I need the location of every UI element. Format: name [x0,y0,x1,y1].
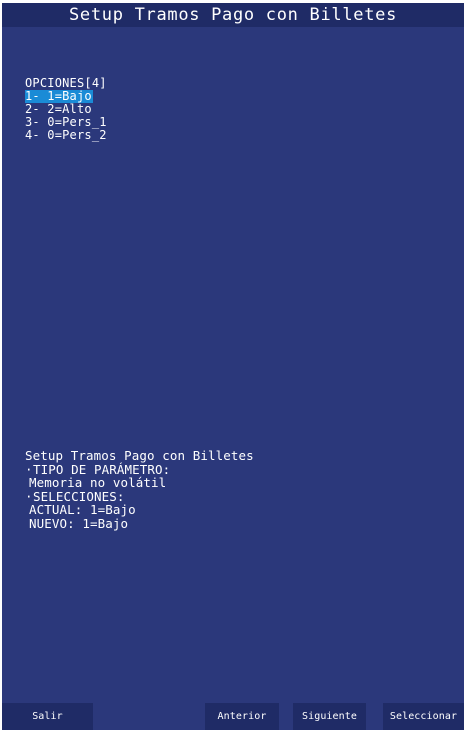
salir-button[interactable]: Salir [2,703,93,730]
siguiente-button[interactable]: Siguiente [293,703,366,730]
page-title: Setup Tramos Pago con Billetes [2,3,464,27]
selection-actual: ACTUAL: 1=Bajo [29,502,136,517]
anterior-button[interactable]: Anterior [205,703,279,730]
selection-nuevo: NUEVO: 1=Bajo [29,515,129,531]
seleccionar-button[interactable]: Seleccionar [383,703,464,730]
param-type-value: Memoria no volátil [29,475,167,490]
options-list: OPCIONES[4] 1- 1=Bajo 2- 2=Alto 3- 0=Per… [25,77,108,142]
info-selections-line: ·SELECCIONES: [25,490,254,504]
screen: Setup Tramos Pago con Billetes OPCIONES[… [2,3,464,730]
option-item-4[interactable]: 4- 0=Pers_2 [25,129,108,142]
footer-bar: Salir Anterior Siguiente Seleccionar [2,703,464,730]
info-title: Setup Tramos Pago con Billetes [25,448,254,463]
info-panel: Setup Tramos Pago con Billetes ·TIPO DE … [25,449,254,530]
info-param-type-line: ·TIPO DE PARÁMETRO: [25,463,254,477]
